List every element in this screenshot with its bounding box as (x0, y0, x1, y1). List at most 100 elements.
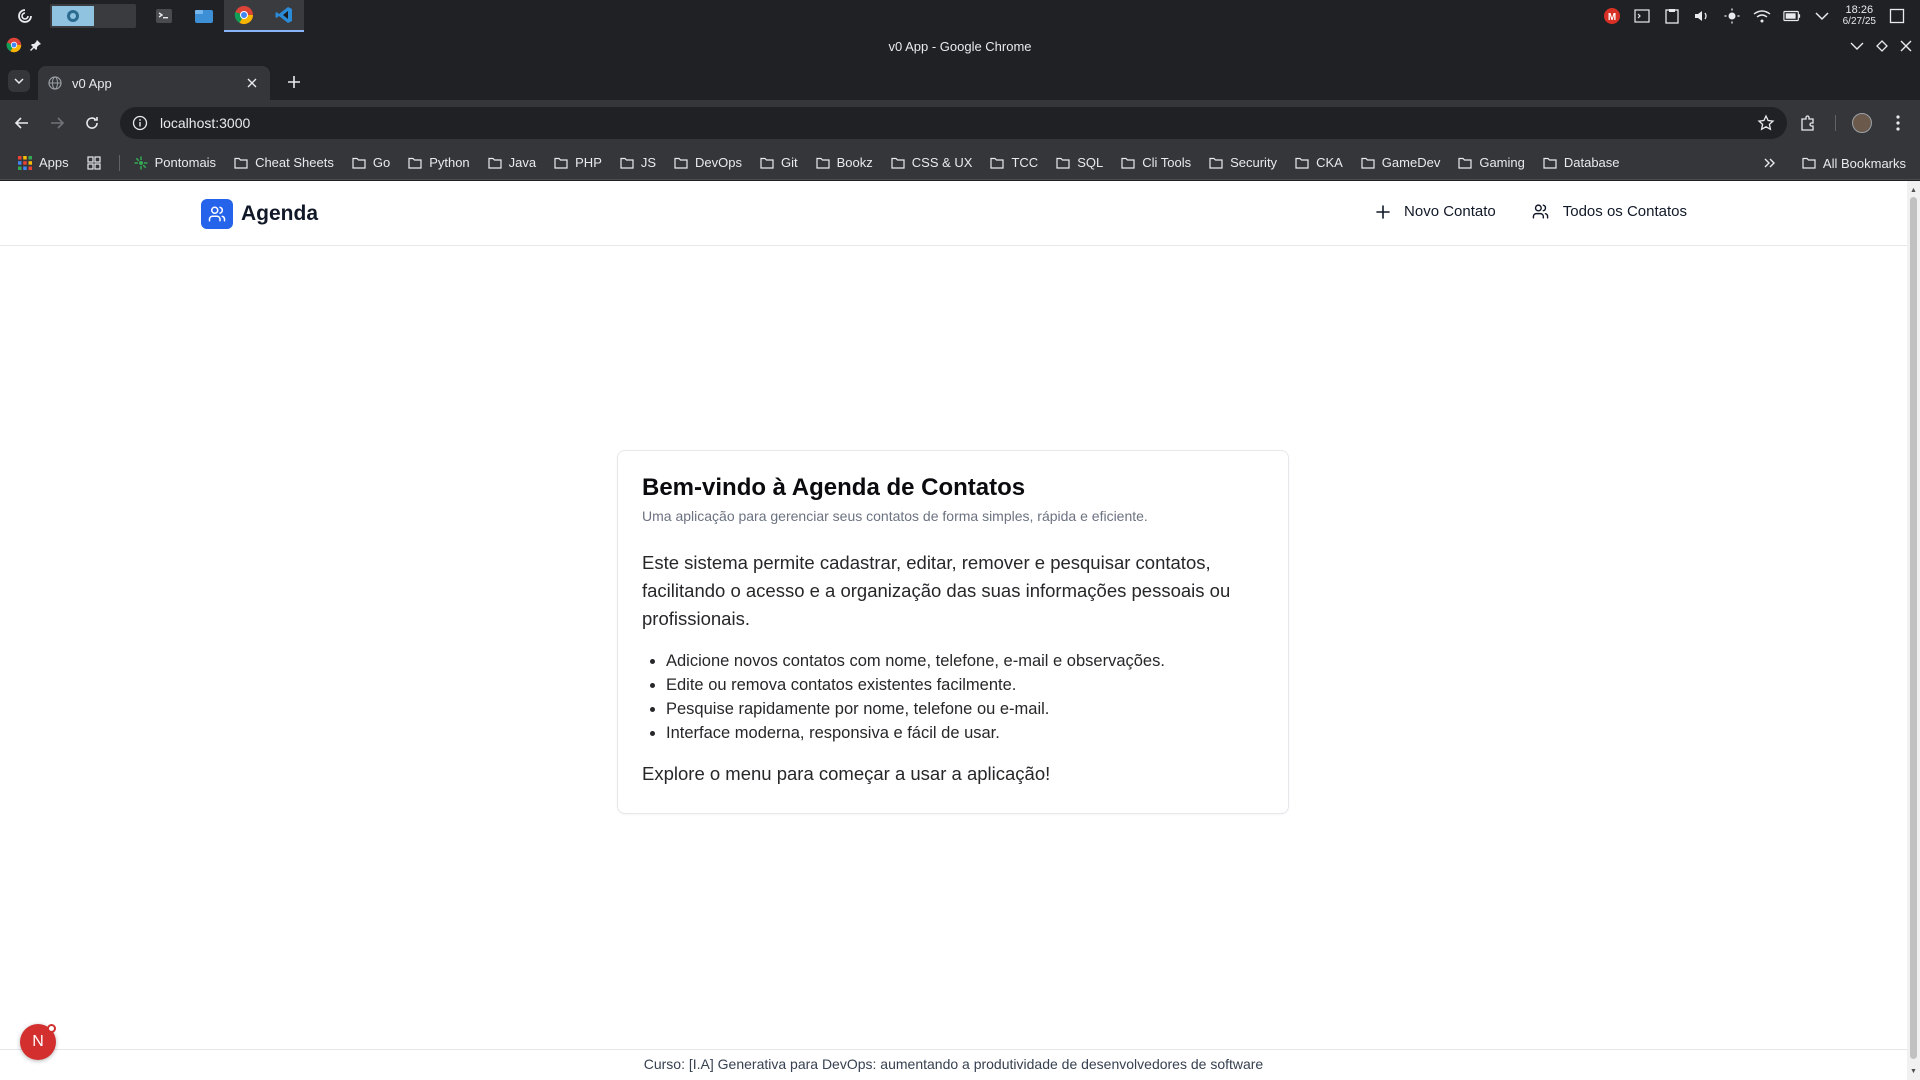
bookmark-label: TCC (1011, 155, 1039, 170)
folder-icon (1361, 157, 1375, 169)
chevron-down-icon[interactable] (1813, 7, 1831, 25)
folder-icon (620, 157, 634, 169)
address-bar[interactable]: localhost:3000 (120, 107, 1787, 139)
gmail-icon[interactable]: M (1603, 7, 1621, 25)
folder-icon (1295, 157, 1309, 169)
reload-button[interactable] (80, 111, 104, 135)
nav-all-contacts[interactable]: Todos os Contatos (1532, 203, 1687, 220)
bookmark-pontomais[interactable]: Pontomais (134, 155, 216, 170)
apps-grid-icon (18, 155, 32, 170)
bookmark-label: Pontomais (154, 155, 217, 170)
files-app-icon[interactable] (184, 0, 224, 32)
close-tab-icon[interactable] (244, 75, 260, 91)
nav-new-contact-label: Novo Contato (1404, 203, 1496, 220)
vscode-app-icon[interactable] (264, 0, 304, 32)
folder-icon (990, 157, 1005, 169)
list-item: Adicione novos contatos com nome, telefo… (666, 649, 1264, 673)
nav-new-contact[interactable]: Novo Contato (1376, 203, 1496, 220)
scroll-down-arrow-icon[interactable]: ▼ (1907, 1064, 1920, 1078)
clipboard-icon[interactable] (1663, 7, 1681, 25)
bookmark-folder-java[interactable]: Java (488, 155, 536, 170)
bookmark-star-icon[interactable] (1757, 114, 1775, 132)
folder-icon (1056, 157, 1070, 169)
card-title: Bem-vindo à Agenda de Contatos (642, 474, 1026, 501)
scrollbar-thumb[interactable] (1910, 197, 1917, 1059)
workspace-switcher[interactable] (50, 4, 136, 28)
minimize-icon[interactable] (1850, 41, 1864, 51)
pontomais-icon (134, 156, 148, 169)
users-icon (201, 199, 233, 229)
bookmark-folder-cheat-sheets[interactable]: Cheat Sheets (234, 155, 334, 170)
all-bookmarks-label: All Bookmarks (1822, 155, 1906, 171)
bookmark-folder-tcc[interactable]: TCC (990, 155, 1038, 170)
folder-icon (1543, 157, 1557, 169)
site-info-icon[interactable] (132, 115, 148, 131)
brightness-icon[interactable] (1723, 7, 1741, 25)
bookmark-folder-security[interactable]: Security (1209, 155, 1277, 170)
bookmark-folder-go[interactable]: Go (352, 155, 390, 170)
tab-strip: v0 App (0, 60, 1920, 100)
footer-text: Curso: [I.A] Generativa para DevOps: aum… (643, 1056, 1264, 1072)
bookmark-folder-css-ux[interactable]: CSS & UX (891, 155, 972, 170)
bookmark-label: Apps (39, 155, 69, 170)
dev-indicator-dot (47, 1024, 56, 1033)
folder-icon (234, 157, 248, 169)
notifications-icon[interactable] (1888, 7, 1906, 25)
more-bookmarks-icon[interactable] (1764, 158, 1776, 168)
folder-icon (408, 157, 422, 169)
more-vertical-icon (1896, 115, 1900, 131)
bookmark-label: Security (1230, 155, 1278, 170)
clock-date: 6/27/25 (1842, 16, 1876, 27)
forward-button[interactable] (45, 111, 69, 135)
profile-button[interactable] (1850, 111, 1874, 135)
chrome-menu-button[interactable] (1886, 111, 1910, 135)
console-icon[interactable] (1633, 7, 1651, 25)
bookmark-folder-js[interactable]: JS (620, 155, 656, 170)
url-text[interactable]: localhost:3000 (160, 115, 250, 131)
battery-icon[interactable] (1782, 7, 1801, 25)
all-bookmarks-folder[interactable]: All Bookmarks (1802, 156, 1906, 171)
page-scrollbar[interactable]: ▲ ▼ (1907, 181, 1920, 1080)
bookmark-apps[interactable]: Apps (18, 155, 69, 170)
bookmark-folder-cli-tools[interactable]: Cli Tools (1121, 155, 1191, 170)
terminal-app-icon[interactable] (144, 0, 184, 32)
system-clock[interactable]: 18:26 6/27/25 (1843, 4, 1876, 28)
bookmark-folder-git[interactable]: Git (760, 155, 798, 170)
tab-search-button[interactable] (8, 70, 30, 92)
window-titlebar: v0 App - Google Chrome (0, 32, 1920, 60)
bookmark-folder-devops[interactable]: DevOps (674, 155, 742, 170)
tab-groups-button[interactable] (87, 155, 101, 170)
new-tab-button[interactable] (282, 70, 306, 94)
window-title: v0 App - Google Chrome (888, 38, 1032, 54)
bookmark-folder-cka[interactable]: CKA (1295, 155, 1343, 170)
tab-v0-app[interactable]: v0 App (38, 66, 270, 100)
nextjs-dev-indicator[interactable]: N (20, 1024, 56, 1060)
bookmark-folder-sql[interactable]: SQL (1056, 155, 1103, 170)
wifi-icon[interactable] (1753, 7, 1771, 25)
bookmark-label: Cheat Sheets (255, 155, 334, 170)
workspace-1[interactable] (52, 6, 94, 26)
extensions-button[interactable] (1796, 111, 1820, 135)
bookmark-folder-php[interactable]: PHP (554, 155, 602, 170)
bookmarks-bar: Apps Pontomais Cheat Sheets Go Python Ja… (0, 146, 1920, 180)
launcher-icon[interactable] (14, 5, 36, 27)
bookmark-label: Python (429, 155, 470, 170)
bookmarks-separator (118, 154, 120, 171)
puzzle-icon (1801, 115, 1814, 131)
brand-link[interactable]: Agenda (201, 199, 318, 229)
bookmark-folder-bookz[interactable]: Bookz (816, 155, 873, 170)
bookmark-folder-python[interactable]: Python (408, 155, 470, 170)
bookmark-folder-gamedev[interactable]: GameDev (1361, 155, 1440, 170)
chrome-app-icon[interactable] (224, 0, 264, 32)
volume-icon[interactable] (1693, 7, 1711, 25)
close-window-icon[interactable] (1900, 40, 1912, 52)
bookmark-folder-gaming[interactable]: Gaming (1458, 155, 1525, 170)
back-button[interactable] (10, 111, 34, 135)
maximize-icon[interactable] (1876, 40, 1888, 52)
bookmark-label: Java (508, 155, 537, 170)
list-item: Pesquise rapidamente por nome, telefone … (666, 697, 1264, 721)
bookmark-folder-database[interactable]: Database (1543, 155, 1620, 170)
clock-time: 18:26 (1845, 4, 1874, 16)
profile-avatar (1852, 113, 1872, 133)
scroll-up-arrow-icon[interactable]: ▲ (1907, 183, 1920, 197)
